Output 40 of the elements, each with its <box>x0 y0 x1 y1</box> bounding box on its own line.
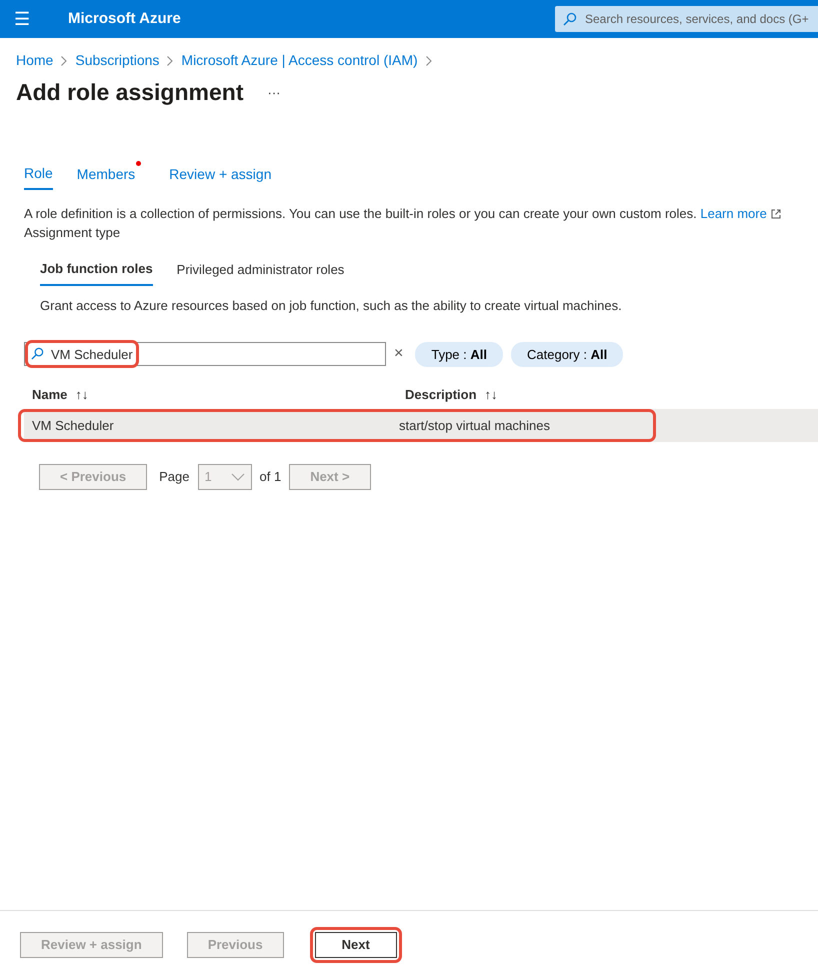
column-title: Name <box>32 386 68 404</box>
search-field[interactable]: Search resources, services, and docs (G+ <box>555 6 818 32</box>
table-cell-text: start/stop virtual machines <box>398 416 550 435</box>
tab[interactable]: Privileged administrator roles <box>176 254 344 286</box>
search-field[interactable]: VM Scheduler <box>24 342 386 366</box>
tab[interactable]: Job function roles <box>40 254 153 286</box>
table-cell-text: VM Scheduler <box>31 416 115 435</box>
app-title[interactable]: Microsoft Azure <box>68 8 181 30</box>
column-title: Description <box>405 386 477 404</box>
footer-button[interactable]: Next <box>314 932 397 958</box>
menu-icon[interactable]: ☰ <box>0 6 44 32</box>
clear-icon[interactable]: × <box>394 342 404 366</box>
page-title: Add role assignment <box>16 79 244 107</box>
assignment-type-label: Assignment type <box>24 224 122 242</box>
more-icon[interactable]: ··· <box>267 83 280 103</box>
description-text: Grant access to Azure resources based on job function, such as the ability to create virtual machines. <box>40 297 623 316</box>
tab[interactable]: Role <box>24 158 53 190</box>
description-text: A role definition is a collection of permissions. You can use the built-in roles or you can create your own custom roles. Learn more <box>24 204 802 224</box>
breadcrumb-link[interactable]: Microsoft Azure | Access control (IAM) <box>181 50 418 71</box>
tab[interactable]: Review + assign <box>169 158 272 190</box>
chevron-down-icon <box>230 472 244 481</box>
tab[interactable]: Members <box>76 158 136 190</box>
chevron-right-icon <box>426 56 432 66</box>
learn-more-link[interactable]: Learn more <box>700 206 767 221</box>
search-icon <box>563 12 577 26</box>
chevron-right-icon <box>167 56 174 66</box>
breadcrumb-link[interactable]: Subscriptions <box>75 50 160 71</box>
breadcrumb-link[interactable]: Home <box>16 50 54 71</box>
filter-button[interactable]: Type : All <box>415 342 503 368</box>
chevron-right-icon <box>61 56 68 66</box>
column-header[interactable]: Name ↑↓ <box>24 381 397 410</box>
notification-dot <box>136 160 142 166</box>
page-label: Page <box>159 468 190 486</box>
page-count: of 1 <box>260 468 282 486</box>
search-icon <box>31 347 44 360</box>
sort-icon[interactable]: ↑↓ <box>75 385 88 405</box>
filter-button[interactable]: Category : All <box>511 342 624 368</box>
sort-icon[interactable]: ↑↓ <box>484 385 498 405</box>
column-header[interactable]: Description ↑↓ <box>397 381 498 410</box>
external-link-icon[interactable] <box>770 209 781 220</box>
